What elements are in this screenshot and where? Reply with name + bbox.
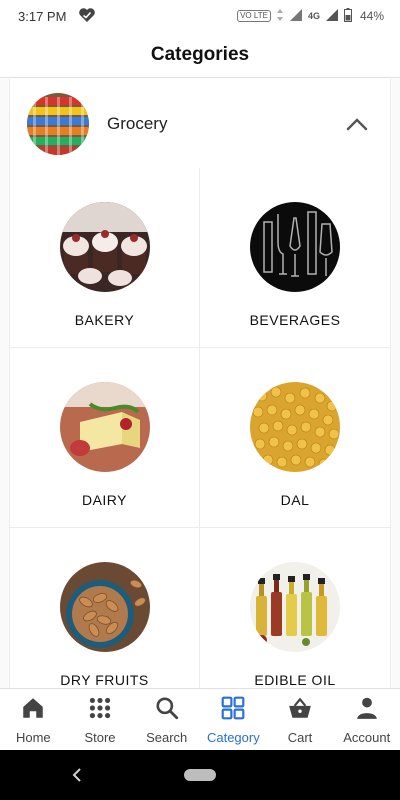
bottom-nav: Home Store Search Category Cart Account (0, 688, 400, 750)
nav-label: Search (146, 729, 188, 745)
almonds-image (59, 562, 150, 652)
nav-label: Account (343, 729, 391, 745)
category-content[interactable]: Grocery BAKERY BEVERAGES DAIRY DAL DRY F… (0, 79, 400, 688)
status-bar: 3:17 PM VO LTE 4G 44% (0, 0, 400, 32)
category-tile-beverages[interactable]: BEVERAGES (200, 168, 391, 348)
data-arrows-icon (276, 8, 284, 25)
category-tile-dal[interactable]: DAL (200, 348, 391, 528)
nav-label: Category (206, 729, 260, 745)
category-label: EDIBLE OIL (254, 672, 336, 688)
grocery-shelf-image (27, 92, 89, 155)
category-label: BAKERY (74, 312, 135, 328)
app-header: Categories (0, 32, 400, 78)
nav-label: Store (84, 729, 116, 745)
category-label: DRY FRUITS (60, 672, 149, 688)
home-pill-button[interactable] (184, 769, 216, 781)
category-label: DAL (280, 492, 310, 508)
category-label: BEVERAGES (249, 312, 341, 328)
page-title: Categories (150, 43, 250, 65)
basket-icon (287, 695, 313, 726)
section-grocery[interactable]: Grocery (9, 79, 391, 169)
category-grid: BAKERY BEVERAGES DAIRY DAL DRY FRUITS ED… (9, 168, 391, 688)
status-time: 3:17 PM (18, 8, 67, 24)
category-icon (220, 695, 246, 726)
nav-cart[interactable]: Cart (267, 689, 334, 750)
wifi-signal-icon (289, 8, 303, 25)
category-tile-edible-oil[interactable]: EDIBLE OIL (200, 528, 391, 688)
battery-icon (343, 7, 352, 25)
heart-icon (78, 7, 96, 26)
oil-bottles-image (250, 562, 340, 652)
glasses-image (250, 202, 340, 292)
category-tile-bakery[interactable]: BAKERY (9, 168, 200, 348)
section-title: Grocery (107, 113, 168, 133)
category-label: DAIRY (81, 492, 128, 508)
search-icon (154, 695, 180, 726)
network-type: 4G (307, 11, 320, 21)
nav-label: Cart (287, 729, 313, 745)
system-nav-bar (0, 750, 400, 800)
nav-category[interactable]: Category (200, 689, 267, 750)
cell-signal-icon (325, 8, 339, 25)
cupcakes-image (59, 202, 150, 292)
nav-store[interactable]: Store (67, 689, 134, 750)
nav-search[interactable]: Search (133, 689, 200, 750)
nav-label: Home (15, 729, 51, 745)
category-tile-dairy[interactable]: DAIRY (9, 348, 200, 528)
cheese-image (59, 382, 150, 472)
chevron-up-icon[interactable] (341, 108, 373, 140)
home-icon (20, 695, 46, 726)
grid-dots-icon (87, 695, 113, 726)
person-icon (354, 695, 380, 726)
battery-percent: 44% (359, 9, 384, 23)
nav-account[interactable]: Account (333, 689, 400, 750)
volte-icon: VO LTE (237, 10, 271, 22)
back-icon[interactable] (70, 764, 84, 791)
nav-home[interactable]: Home (0, 689, 67, 750)
lentils-image (250, 382, 340, 472)
category-tile-dry-fruits[interactable]: DRY FRUITS (9, 528, 200, 688)
